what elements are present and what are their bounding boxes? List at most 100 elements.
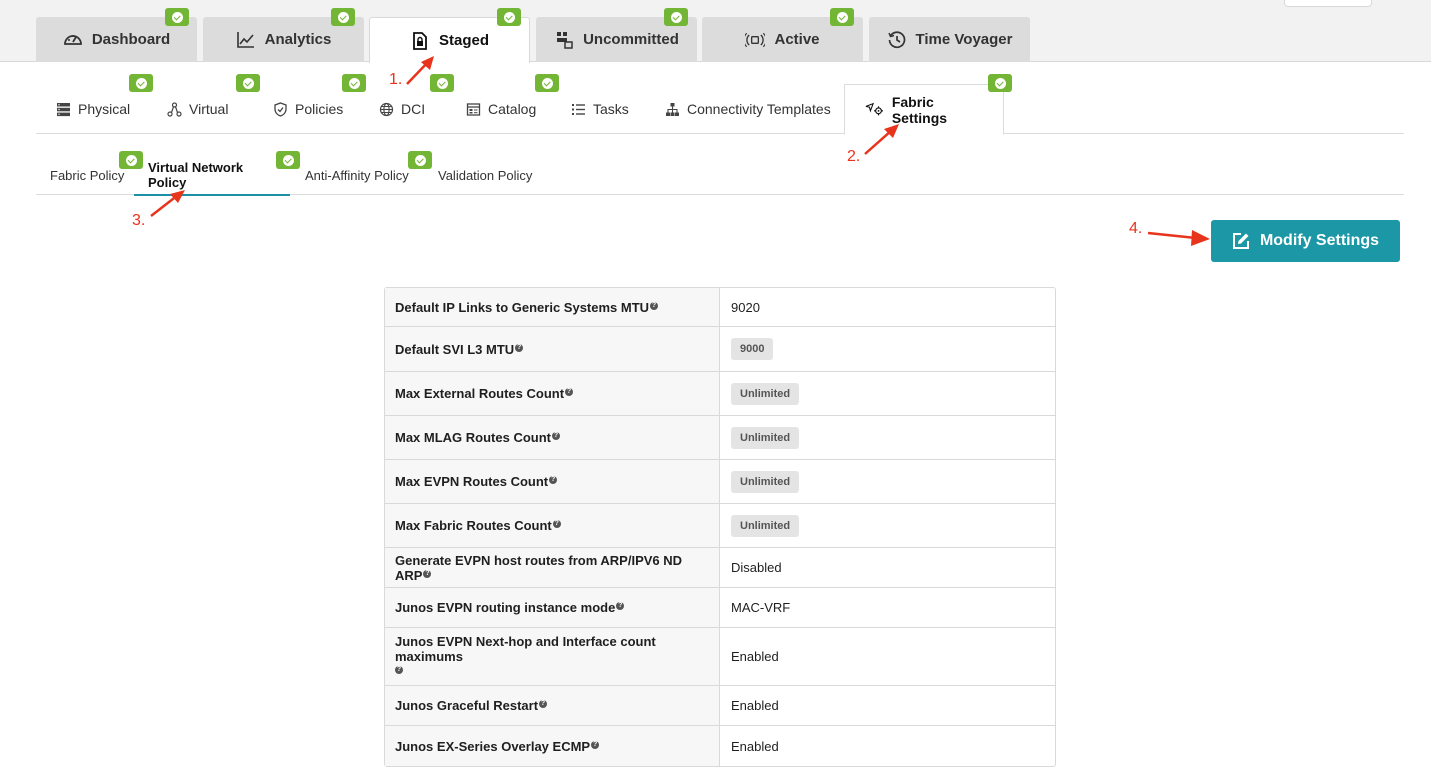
setting-key-label: Junos Graceful Restart [395, 698, 539, 713]
hierarchy-icon [666, 102, 679, 116]
edit-icon [1232, 233, 1249, 249]
setting-row: Max External Routes Count? Unlimited [385, 372, 1055, 416]
tab-anti-affinity-policy[interactable]: Anti-Affinity Policy [305, 156, 409, 195]
setting-value: Unlimited [720, 460, 1055, 504]
setting-key: Default SVI L3 MTU? [385, 327, 720, 372]
value-pill: 9000 [731, 338, 774, 360]
check-badge-icon [988, 74, 1012, 92]
setting-row: Default IP Links to Generic Systems MTU?… [385, 288, 1055, 327]
setting-value-text: MAC-VRF [731, 600, 791, 615]
tab-physical[interactable]: Physical [56, 84, 130, 134]
help-icon[interactable]: ? [552, 520, 561, 528]
tab-label: Dashboard [91, 31, 171, 48]
setting-key-label: Junos EX-Series Overlay ECMP [395, 738, 591, 754]
staged-lock-icon [413, 31, 427, 50]
tab-catalog[interactable]: Catalog [466, 84, 536, 134]
setting-row: Junos EX-Series Overlay ECMP? Enabled [385, 726, 1055, 766]
setting-row: Max Fabric Routes Count? Unlimited [385, 504, 1055, 548]
tab-label: Virtual Network Policy [148, 160, 244, 190]
analytics-line-icon [236, 31, 254, 48]
tab-label: Uncommitted [583, 31, 679, 48]
setting-value: Enabled [720, 686, 1055, 726]
help-icon[interactable]: ? [552, 432, 560, 440]
setting-key-label: Max Fabric Routes Count [395, 518, 552, 533]
setting-key-label: Generate EVPN host routes from ARP/IPV6 … [395, 552, 683, 583]
setting-value: Unlimited [720, 372, 1055, 416]
setting-value-text: Enabled [731, 649, 779, 664]
active-broadcast-icon [745, 32, 766, 47]
policy-tab-bar: Fabric Policy Virtual Network Policy Ant… [36, 156, 1404, 196]
tab-fabric-policy[interactable]: Fabric Policy [50, 156, 124, 195]
tab-label: Staged [438, 32, 489, 49]
tab-label: Catalog [488, 101, 537, 117]
setting-key-label: Max MLAG Routes Count [395, 430, 551, 445]
check-badge-icon [664, 8, 688, 26]
setting-key: Generate EVPN host routes from ARP/IPV6 … [385, 548, 720, 588]
check-badge-icon [276, 151, 300, 169]
corner-control[interactable] [1284, 0, 1372, 7]
modify-settings-label: Modify Settings [1259, 232, 1380, 249]
setting-row: Generate EVPN host routes from ARP/IPV6 … [385, 548, 1055, 588]
help-icon[interactable]: ? [650, 301, 659, 310]
tab-label: Connectivity Templates [687, 101, 831, 117]
check-badge-icon [331, 8, 355, 26]
tab-label: Analytics [264, 31, 332, 48]
tab-label: Time Voyager [915, 31, 1013, 48]
setting-value: Disabled [720, 548, 1055, 588]
check-badge-icon [535, 74, 559, 92]
check-badge-icon [408, 151, 432, 169]
tab-policies[interactable]: Policies [273, 84, 343, 134]
check-badge-icon [119, 151, 143, 169]
setting-key: Default IP Links to Generic Systems MTU? [385, 288, 720, 327]
network-nodes-icon [167, 101, 182, 117]
setting-key: Max EVPN Routes Count? [385, 460, 720, 504]
modify-settings-button[interactable]: Modify Settings [1211, 220, 1400, 262]
annotation-step-1: 1. [389, 71, 403, 88]
setting-key: Max External Routes Count? [385, 372, 720, 416]
setting-key-label: Junos EVPN routing instance mode [395, 600, 616, 615]
tab-label: Active [774, 31, 820, 48]
check-badge-icon [165, 8, 189, 26]
annotation-arrow [1147, 230, 1210, 246]
tab-virtual[interactable]: Virtual [167, 84, 228, 134]
help-icon[interactable]: ? [539, 700, 548, 708]
tab-label: Fabric Policy [50, 168, 125, 183]
tab-tasks[interactable]: Tasks [571, 84, 629, 134]
setting-key-label: Max EVPN Routes Count [395, 474, 549, 489]
dashboard-gauge-icon [63, 34, 82, 45]
tab-connectivity-templates[interactable]: Connectivity Templates [665, 84, 831, 134]
value-pill: Unlimited [731, 470, 800, 493]
setting-value: Enabled [720, 726, 1055, 766]
value-pill: Unlimited [731, 426, 800, 449]
tab-time-voyager[interactable]: Time Voyager [869, 17, 1030, 62]
check-badge-icon [129, 74, 153, 92]
tab-validation-policy[interactable]: Validation Policy [438, 156, 532, 195]
tab-dci[interactable]: DCI [379, 84, 425, 134]
tab-label: Virtual [189, 101, 229, 117]
setting-key-label: Junos EVPN Next-hop and Interface count … [395, 634, 656, 664]
annotation-step-3: 3. [132, 212, 146, 229]
help-icon[interactable]: ? [591, 740, 600, 749]
value-pill: Unlimited [731, 514, 800, 537]
check-badge-icon [497, 8, 521, 26]
help-icon[interactable]: ? [565, 388, 574, 396]
setting-value-text: 9020 [731, 299, 760, 315]
virtual-network-policy-table: Default IP Links to Generic Systems MTU?… [384, 287, 1056, 767]
setting-value-text: Disabled [731, 560, 782, 575]
help-icon[interactable]: ? [515, 343, 524, 352]
help-icon[interactable]: ? [616, 602, 625, 610]
annotation-arrow [150, 190, 185, 217]
annotation-step-4: 4. [1129, 220, 1143, 237]
help-icon[interactable]: ? [423, 569, 432, 578]
setting-key-label: Max External Routes Count [395, 386, 565, 401]
catalog-icon [466, 102, 481, 116]
setting-key: Junos EVPN Next-hop and Interface count … [385, 628, 720, 686]
history-clock-icon [887, 30, 905, 48]
check-badge-icon [342, 74, 366, 92]
help-icon[interactable]: ? [395, 666, 403, 674]
fabric-settings-icon [865, 102, 884, 116]
check-badge-icon [830, 8, 854, 26]
help-icon[interactable]: ? [549, 476, 558, 484]
setting-value: 9000 [720, 327, 1055, 372]
setting-key: Max Fabric Routes Count? [385, 504, 720, 548]
